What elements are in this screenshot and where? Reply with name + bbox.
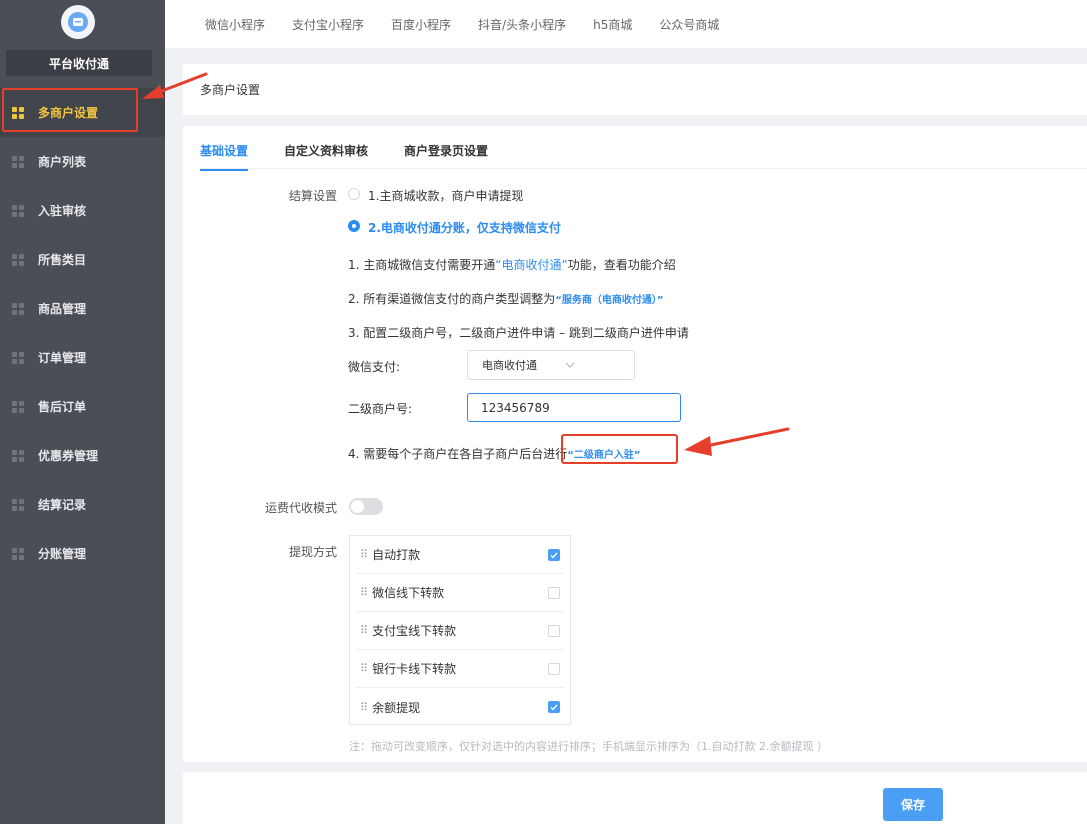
tab-merchant-login-page[interactable]: 商户登录页设置: [404, 142, 488, 171]
check-icon: [550, 552, 558, 559]
grid-icon: [12, 547, 24, 560]
tab-official-account-mall[interactable]: 公众号商城: [659, 16, 719, 33]
sidebar-item-products[interactable]: 商品管理: [0, 284, 165, 333]
tabs-divider: [200, 168, 1087, 169]
sidebar: 平台收付通 多商户设置 商户列表 入驻审核 所售类目 商品管理 订单管理 售后订: [0, 0, 165, 824]
sub-merchant-input[interactable]: [467, 393, 681, 422]
withdraw-method-checkbox[interactable]: [548, 663, 560, 675]
chevron-down-icon: [565, 360, 575, 371]
drag-handle-icon[interactable]: ⠿: [360, 701, 368, 714]
tab-h5-mall[interactable]: h5商城: [593, 16, 632, 33]
withdraw-method-checkbox[interactable]: [548, 549, 560, 561]
withdraw-method-checkbox[interactable]: [548, 625, 560, 637]
grid-icon: [12, 498, 24, 511]
sidebar-item-categories[interactable]: 所售类目: [0, 235, 165, 284]
drag-handle-icon[interactable]: ⠿: [360, 586, 368, 599]
logo: [61, 5, 95, 39]
withdraw-method-name: 银行卡线下转款: [372, 662, 457, 676]
step-4-prefix: 4. 需要每个子商户在各自子商户后台进行: [348, 447, 568, 461]
drag-handle-icon[interactable]: ⠿: [360, 624, 368, 637]
withdraw-method-name: 余额提现: [372, 700, 421, 715]
drag-handle-icon[interactable]: ⠿: [360, 662, 368, 675]
grid-icon: [12, 302, 24, 315]
withdraw-method-name: 微信线下转款: [372, 586, 445, 600]
page-header: 多商户设置: [183, 64, 1087, 115]
wechat-pay-select[interactable]: 电商收付通: [467, 350, 635, 380]
sidebar-item-settlement-records[interactable]: 结算记录: [0, 480, 165, 529]
grid-icon: [12, 253, 24, 266]
freight-toggle[interactable]: [349, 498, 383, 515]
save-button[interactable]: 保存: [883, 788, 943, 821]
settings-panel: 基础设置 自定义资料审核 商户登录页设置 结算设置 1.主商城收款，商户申请提现…: [183, 126, 1087, 762]
service-provider-link[interactable]: “服务商（电商收付通）”: [555, 295, 663, 306]
highlight-box-sidebar: [2, 88, 138, 132]
grid-icon: [12, 449, 24, 462]
tab-custom-review[interactable]: 自定义资料审核: [284, 142, 368, 171]
settings-tabs: 基础设置 自定义资料审核 商户登录页设置: [200, 142, 524, 171]
step-1-suffix: 功能，查看功能介绍: [567, 258, 676, 272]
grid-icon: [12, 400, 24, 413]
wechat-pay-selected: 电商收付通: [482, 359, 537, 372]
withdraw-label: 提现方式: [289, 545, 338, 559]
highlight-box-link: [561, 434, 678, 464]
sidebar-item-label: 所售类目: [38, 253, 87, 267]
sidebar-item-label: 售后订单: [38, 400, 87, 414]
sub-merchant-label: 二级商户号:: [348, 402, 413, 416]
withdraw-method-checkbox[interactable]: [548, 701, 560, 713]
settlement-option-1-label[interactable]: 1.主商城收款，商户申请提现: [368, 187, 523, 204]
withdraw-note: 注：拖动可改变顺序，仅针对选中的内容进行排序；手机端显示排序为（1.自动打款 2…: [349, 740, 828, 753]
step-2-text: 2. 所有渠道微信支付的商户类型调整为“服务商（电商收付通）”: [348, 290, 663, 307]
top-nav: 微信小程序 支付宝小程序 百度小程序 抖音/头条小程序 h5商城 公众号商城: [165, 0, 1087, 48]
sidebar-item-label: 商户列表: [38, 155, 87, 169]
sidebar-item-split-management[interactable]: 分账管理: [0, 529, 165, 578]
tab-baidu-miniprogram[interactable]: 百度小程序: [391, 16, 451, 33]
list-item[interactable]: ⠿ 银行卡线下转款: [356, 650, 564, 688]
grid-icon: [12, 155, 24, 168]
settlement-label: 结算设置: [289, 189, 338, 203]
sidebar-item-label: 优惠券管理: [38, 449, 99, 463]
sidebar-item-label: 分账管理: [38, 547, 87, 561]
sidebar-item-after-sales[interactable]: 售后订单: [0, 382, 165, 431]
logo-icon: [68, 12, 88, 32]
footer-bar: 保存: [183, 772, 1087, 824]
withdraw-method-name: 支付宝线下转款: [372, 624, 457, 638]
sidebar-item-coupons[interactable]: 优惠券管理: [0, 431, 165, 480]
wechat-pay-label: 微信支付:: [348, 360, 401, 374]
withdraw-method-list: ⠿ 自动打款 ⠿ 微信线下转款 ⠿ 支付宝线下转款 ⠿ 银行卡线下转款 ⠿ 余额…: [349, 535, 571, 725]
platform-title: 平台收付通: [6, 50, 152, 76]
settlement-option-2-radio[interactable]: [348, 220, 360, 232]
settlement-option-2-label[interactable]: 2.电商收付通分账，仅支持微信支付: [368, 219, 561, 236]
step-2-prefix: 2. 所有渠道微信支付的商户类型调整为: [348, 292, 556, 306]
drag-handle-icon[interactable]: ⠿: [360, 548, 368, 561]
sidebar-item-label: 入驻审核: [38, 204, 87, 218]
grid-icon: [12, 204, 24, 217]
withdraw-method-checkbox[interactable]: [548, 587, 560, 599]
list-item[interactable]: ⠿ 余额提现: [356, 688, 564, 726]
settlement-option-1-radio[interactable]: [348, 188, 360, 200]
sidebar-item-onboarding-review[interactable]: 入驻审核: [0, 186, 165, 235]
list-item[interactable]: ⠿ 支付宝线下转款: [356, 612, 564, 650]
check-icon: [550, 704, 558, 711]
step-3-text: 3. 配置二级商户号，二级商户进件申请 – 跳到二级商户进件申请: [348, 326, 689, 340]
tab-basic-settings[interactable]: 基础设置: [200, 142, 249, 171]
sidebar-item-merchant-list[interactable]: 商户列表: [0, 137, 165, 186]
withdraw-method-name: 自动打款: [372, 548, 421, 562]
grid-icon: [12, 351, 24, 364]
tab-wechat-miniprogram[interactable]: 微信小程序: [205, 16, 265, 33]
list-item[interactable]: ⠿ 自动打款: [356, 536, 564, 574]
sidebar-item-orders[interactable]: 订单管理: [0, 333, 165, 382]
freight-label: 运费代收模式: [265, 501, 338, 515]
sidebar-item-label: 商品管理: [38, 302, 87, 316]
tab-douyin-miniprogram[interactable]: 抖音/头条小程序: [478, 16, 566, 33]
tab-alipay-miniprogram[interactable]: 支付宝小程序: [292, 16, 364, 33]
sidebar-item-label: 订单管理: [38, 351, 87, 365]
page-title: 多商户设置: [200, 83, 261, 97]
list-item[interactable]: ⠿ 微信线下转款: [356, 574, 564, 612]
sidebar-menu: 多商户设置 商户列表 入驻审核 所售类目 商品管理 订单管理 售后订单 优惠券管…: [0, 88, 165, 578]
step-1-prefix: 1. 主商城微信支付需要开通: [348, 258, 496, 272]
sidebar-item-label: 结算记录: [38, 498, 87, 512]
ecommerce-pay-link[interactable]: “电商收付通”: [495, 258, 567, 272]
toggle-knob: [351, 500, 364, 513]
step-1-text: 1. 主商城微信支付需要开通“电商收付通”功能，查看功能介绍: [348, 256, 676, 273]
